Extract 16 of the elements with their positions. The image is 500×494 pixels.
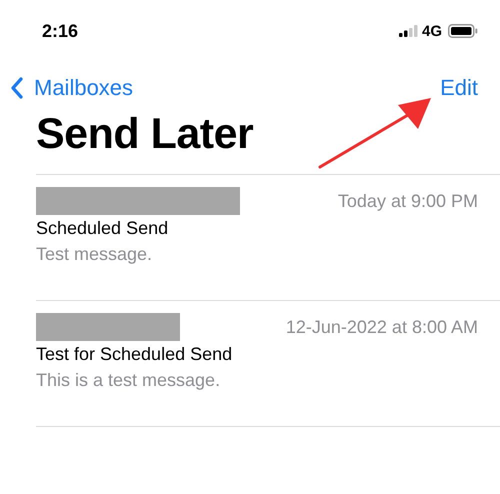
message-row[interactable]: 12-Jun-2022 at 8:00 AM Test for Scheduled Send This is a test message. xyxy=(36,301,500,427)
network-label: 4G xyxy=(422,22,442,40)
status-time: 2:16 xyxy=(42,20,78,42)
message-preview: This is a test message. xyxy=(36,370,222,391)
message-preview: Test message. xyxy=(36,244,154,265)
edit-button[interactable]: Edit xyxy=(440,75,478,101)
message-row[interactable]: Today at 9:00 PM Scheduled Send Test message. xyxy=(36,175,500,301)
chevron-left-icon xyxy=(10,77,24,99)
page-title: Send Later xyxy=(36,113,254,156)
message-date: Today at 9:00 PM xyxy=(338,190,478,212)
battery-icon xyxy=(448,24,478,38)
message-date: 12-Jun-2022 at 8:00 AM xyxy=(286,316,478,338)
message-subject: Test for Scheduled Send xyxy=(36,344,234,365)
back-button[interactable]: Mailboxes xyxy=(10,75,134,101)
signal-icon xyxy=(398,25,418,37)
message-subject: Scheduled Send xyxy=(36,218,170,239)
